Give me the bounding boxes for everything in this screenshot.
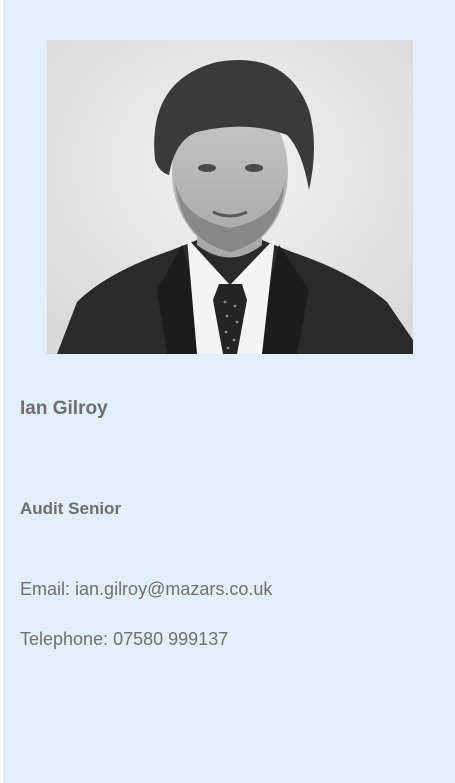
email-link[interactable]: ian.gilroy@mazars.co.uk <box>75 579 272 599</box>
profile-card: Ian Gilroy Audit Senior Email: ian.gilro… <box>3 0 455 783</box>
email-label: Email: <box>20 579 71 599</box>
person-portrait-icon <box>47 40 413 354</box>
telephone-line: Telephone: 07580 999137 <box>20 629 228 650</box>
email-line: Email: ian.gilroy@mazars.co.uk <box>20 579 272 600</box>
person-name: Ian Gilroy <box>20 398 108 419</box>
profile-photo <box>47 40 413 354</box>
telephone-number[interactable]: 07580 999137 <box>113 629 228 649</box>
job-title: Audit Senior <box>20 499 122 518</box>
telephone-label: Telephone: <box>20 629 109 649</box>
